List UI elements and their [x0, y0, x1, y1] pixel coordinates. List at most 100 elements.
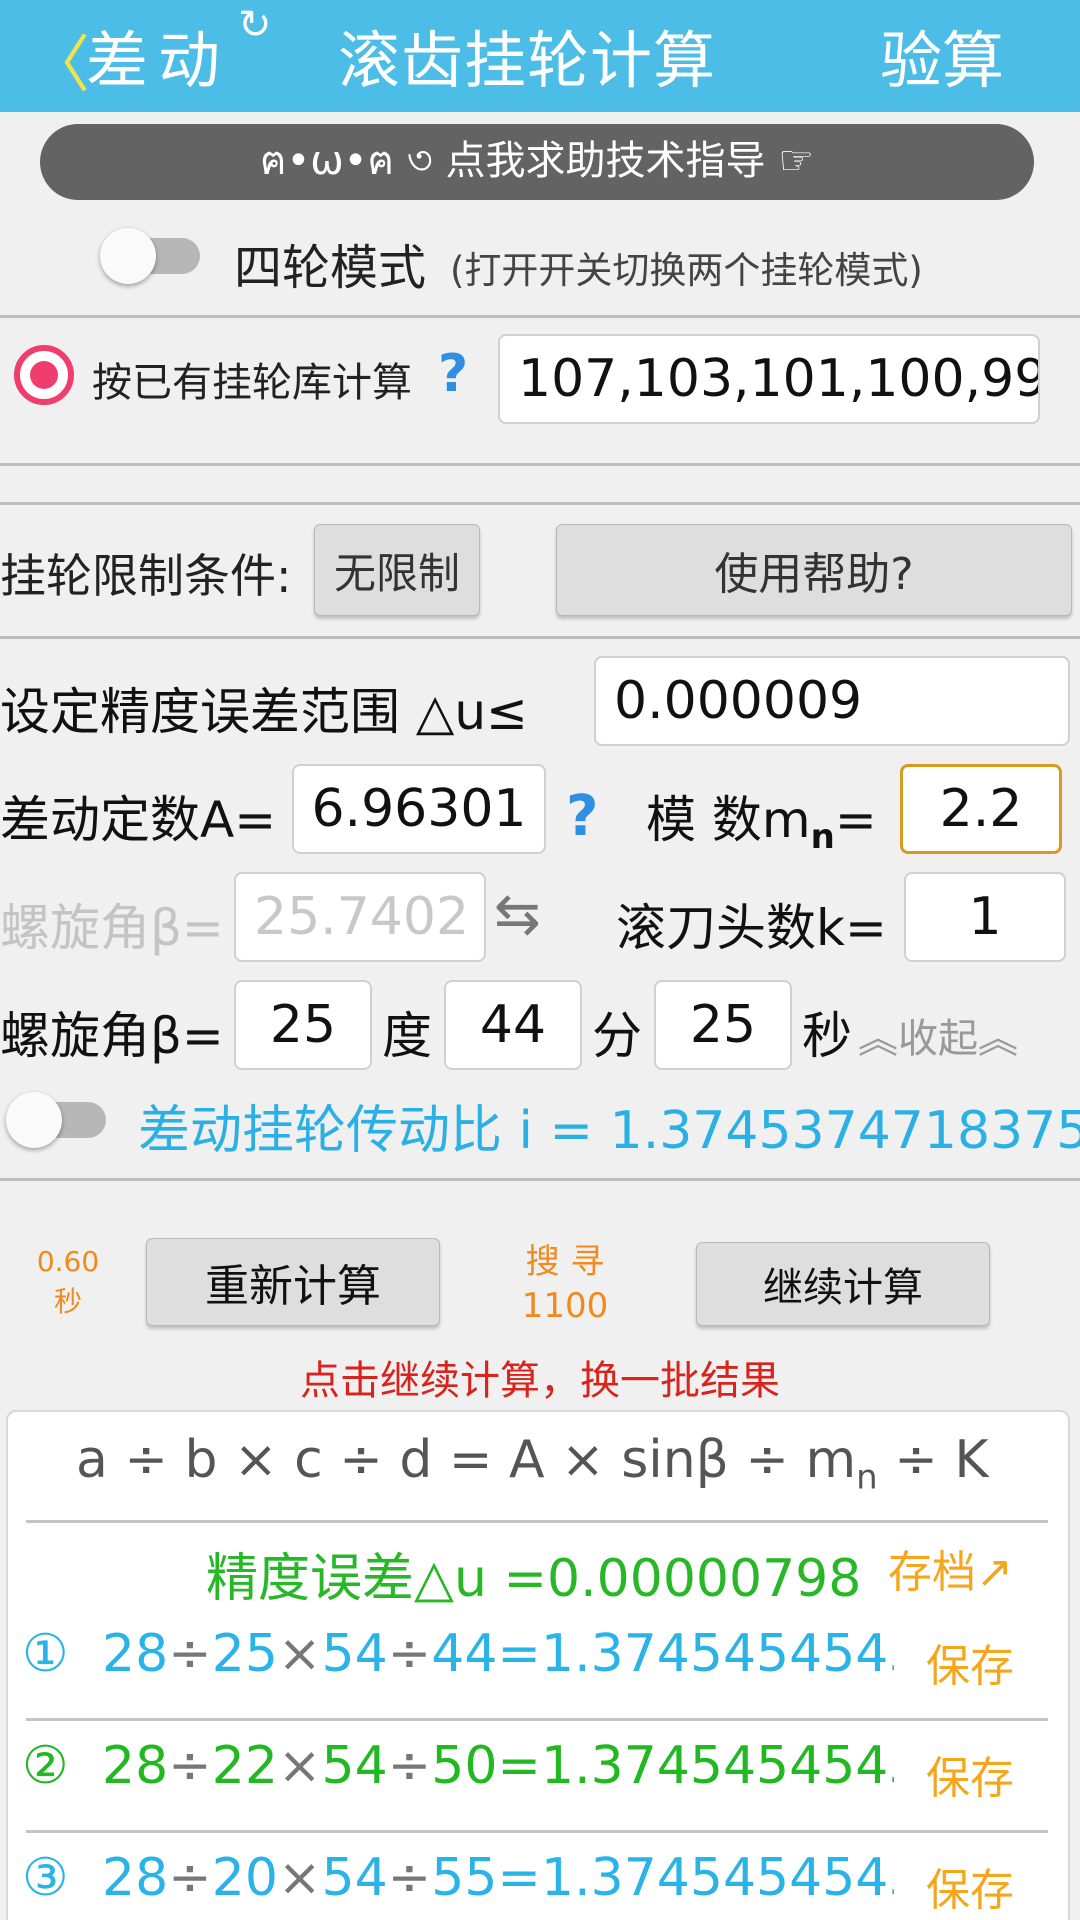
four-wheel-label: 四轮模式: [234, 240, 427, 296]
switch-knob: [100, 228, 156, 284]
tech-help-button[interactable]: ฅ•ω•ฅ ৩ 点我求助技术指导 ☞: [40, 124, 1034, 200]
module-input[interactable]: 2.2: [900, 764, 1062, 854]
mode-title[interactable]: 差动: [86, 10, 230, 100]
diff-const-input[interactable]: 6.96301: [292, 764, 546, 854]
gear-a: 28: [102, 1848, 169, 1908]
page-title: 滚齿挂轮计算: [338, 24, 717, 97]
search-count: 搜 寻 1100: [510, 1240, 620, 1328]
degree-input[interactable]: 25: [234, 980, 372, 1070]
gear-a: 28: [102, 1624, 169, 1684]
usage-help-button[interactable]: 使用帮助?: [556, 524, 1072, 616]
module-label-eq: =: [834, 791, 877, 849]
library-help-icon[interactable]: ?: [438, 344, 468, 404]
result-value: =1.37454545454: [497, 1736, 894, 1796]
result-expression: 28÷22×54÷50=1.37454545454: [102, 1736, 894, 1796]
degree-unit: 度: [382, 1007, 432, 1065]
collapse-button[interactable]: ︽收起︽: [858, 1006, 1018, 1064]
gear-c: 54: [321, 1624, 388, 1684]
gear-b: 20: [211, 1848, 278, 1908]
helix-label: 螺旋角β=: [0, 899, 224, 957]
search-count-value: 1100: [521, 1286, 609, 1326]
minute-input[interactable]: 44: [444, 980, 582, 1070]
helix-input: 25.7402: [234, 872, 486, 962]
result-expression: 28÷25×54÷44=1.37454545454: [102, 1624, 894, 1684]
save-button[interactable]: 保存: [926, 1630, 1014, 1694]
op-mul: ×: [277, 1736, 322, 1796]
divider: [0, 502, 1080, 505]
second-unit: 秒: [802, 1007, 852, 1065]
result-index: ③: [22, 1848, 69, 1908]
save-button[interactable]: 保存: [926, 1854, 1014, 1918]
back-button[interactable]: 〈: [28, 14, 90, 104]
diff-const-help-icon[interactable]: ?: [566, 784, 598, 849]
continue-tip: 点击继续计算，换一批结果: [300, 1358, 780, 1404]
op-div: ÷: [168, 1736, 212, 1796]
divider: [0, 1178, 1080, 1181]
gear-c: 54: [321, 1736, 388, 1796]
gear-d: 50: [431, 1736, 498, 1796]
limit-condition-button[interactable]: 无限制: [314, 524, 480, 616]
calc-time-value: 0.60: [36, 1245, 100, 1278]
op-div: ÷: [387, 1736, 432, 1796]
calc-time-unit: 秒: [53, 1285, 82, 1318]
gear-d: 55: [431, 1848, 498, 1908]
op-div: ÷: [387, 1624, 432, 1684]
second-input[interactable]: 25: [654, 980, 792, 1070]
four-wheel-switch[interactable]: [100, 228, 210, 284]
continue-button[interactable]: 继续计算: [696, 1242, 990, 1326]
result-index: ①: [22, 1624, 69, 1684]
verify-button[interactable]: 验算: [880, 10, 1004, 100]
divider: [26, 1520, 1048, 1523]
formula-sub: n: [856, 1457, 878, 1498]
switch-knob: [6, 1092, 62, 1148]
save-button[interactable]: 保存: [926, 1742, 1014, 1806]
archive-button[interactable]: 存档↗: [888, 1536, 1013, 1600]
search-label: 搜 寻: [525, 1242, 605, 1282]
recalculate-button[interactable]: 重新计算: [146, 1238, 440, 1326]
result-value: =1.37454545454: [497, 1848, 894, 1908]
ratio-switch[interactable]: [6, 1092, 116, 1148]
result-index: ②: [22, 1736, 69, 1796]
calc-time: 0.60 秒: [30, 1242, 106, 1322]
divider: [26, 1830, 1048, 1833]
precision-label: 设定精度误差范围 △u≤: [0, 683, 528, 741]
divider: [0, 315, 1080, 318]
helix-dms-label: 螺旋角β=: [0, 1007, 224, 1065]
swap-icon[interactable]: ⇆: [494, 882, 541, 947]
gear-b: 25: [211, 1624, 278, 1684]
op-mul: ×: [277, 1624, 322, 1684]
divider: [0, 463, 1080, 466]
result-expression: 28÷20×54÷55=1.37454545454: [102, 1848, 894, 1908]
hob-input[interactable]: 1: [904, 872, 1066, 962]
gear-b: 22: [211, 1736, 278, 1796]
result-value: =1.37454545454: [497, 1624, 894, 1684]
module-label-sub: n: [810, 817, 835, 857]
gear-library-input[interactable]: 107,103,101,100,99,: [498, 334, 1040, 424]
precision-input[interactable]: 0.000009: [594, 656, 1070, 746]
divider: [26, 1718, 1048, 1721]
formula-right: ÷ K: [877, 1430, 989, 1490]
hob-label: 滚刀头数k=: [616, 899, 887, 957]
condition-label: 挂轮限制条件:: [0, 549, 292, 603]
formula: a ÷ b × c ÷ d = A × sinβ ÷ mn ÷ K: [76, 1430, 988, 1497]
transmission-ratio: 差动挂轮传动比 i = 1.37453747183752: [138, 1101, 1080, 1161]
radio-dot: [30, 361, 58, 389]
gear-c: 54: [321, 1848, 388, 1908]
library-label: 按已有挂轮库计算: [92, 360, 412, 406]
op-mul: ×: [277, 1848, 322, 1908]
refresh-icon[interactable]: ↻: [238, 2, 272, 48]
op-div: ÷: [387, 1848, 432, 1908]
module-label: 模 数mn=: [646, 780, 877, 857]
diff-const-label: 差动定数A=: [0, 791, 277, 849]
op-div: ÷: [168, 1848, 212, 1908]
app-header: 〈 差动 ↻ 滚齿挂轮计算 验算: [0, 0, 1080, 112]
library-radio[interactable]: [14, 345, 74, 405]
formula-left: a ÷ b × c ÷ d = A × sinβ ÷ m: [76, 1430, 857, 1490]
module-label-main: 模 数m: [646, 791, 811, 849]
minute-unit: 分: [592, 1007, 642, 1065]
four-wheel-hint: (打开开关切换两个挂轮模式): [450, 249, 923, 292]
gear-d: 44: [431, 1624, 498, 1684]
op-div: ÷: [168, 1624, 212, 1684]
accuracy-error: 精度误差△u =0.00000798: [206, 1549, 862, 1609]
gear-a: 28: [102, 1736, 169, 1796]
